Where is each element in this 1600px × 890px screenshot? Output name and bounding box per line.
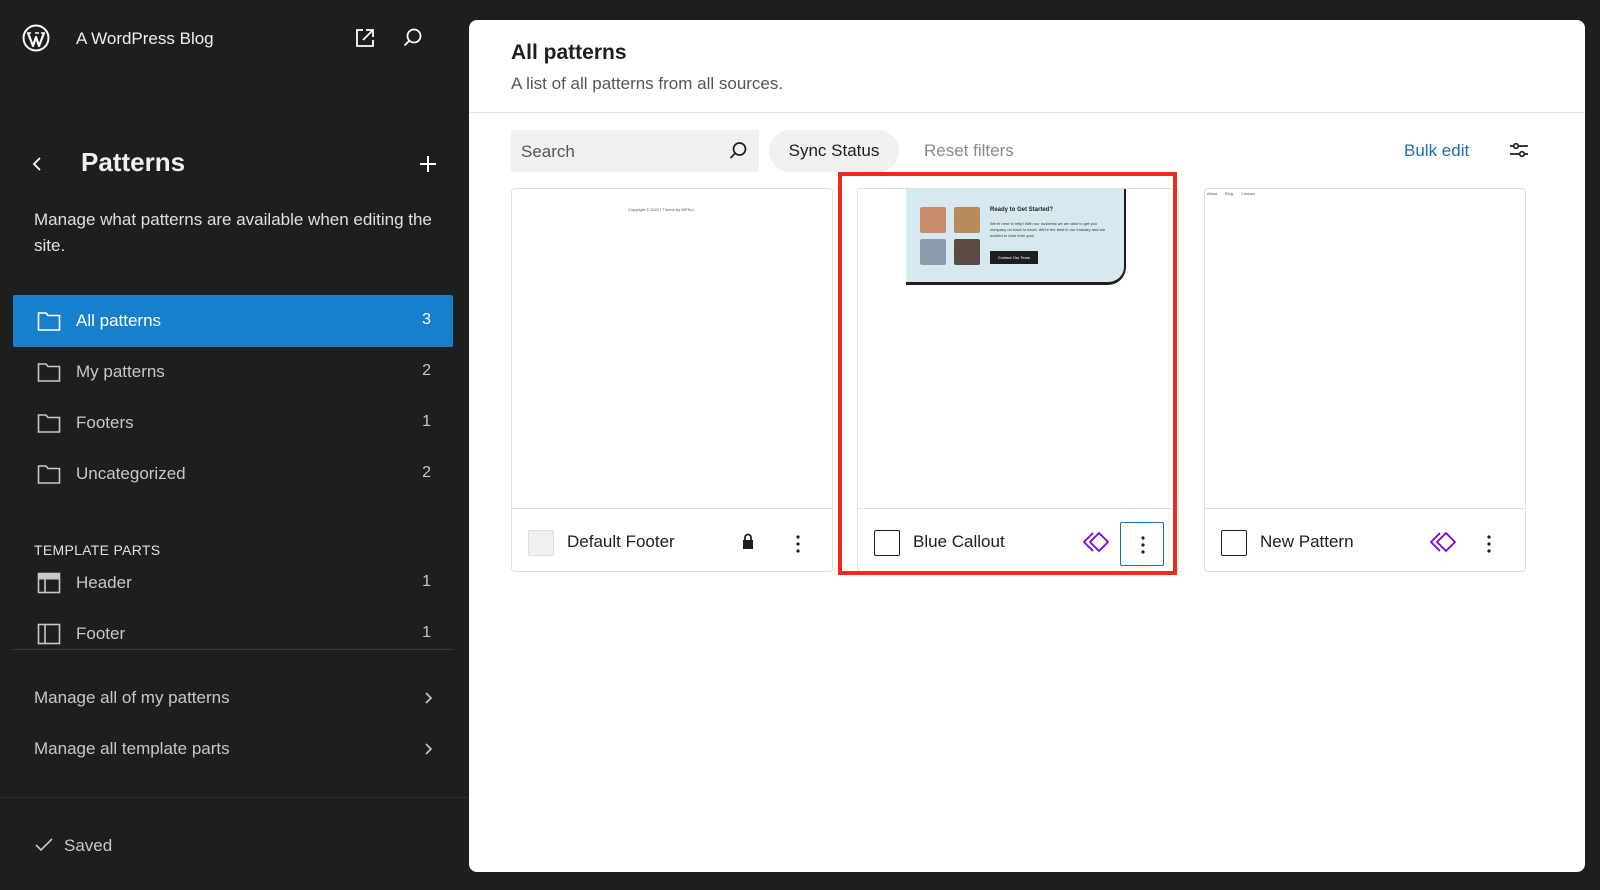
site-header: A WordPress Blog [0,0,468,76]
folder-icon [37,363,61,382]
add-pattern-icon[interactable] [416,152,440,176]
sidebar: A WordPress Blog Patterns Manage what pa… [0,0,468,890]
link-label: Manage all template parts [34,739,230,758]
folder-icon [37,465,61,484]
main-title: All patterns [511,41,627,64]
manage-my-patterns-link[interactable]: Manage all of my patterns [0,678,468,718]
pattern-card-new-pattern[interactable]: About Blog Contact New Pattern [1204,188,1526,572]
chevron-right-icon [425,743,433,755]
external-link-icon[interactable] [353,26,377,50]
site-title[interactable]: A WordPress Blog [76,29,214,49]
footer-layout-icon [37,623,61,645]
select-checkbox [528,530,554,556]
manage-template-parts-link[interactable]: Manage all template parts [0,729,468,769]
folder-icon [37,312,61,331]
sidebar-item-uncategorized[interactable]: Uncategorized 2 [13,448,453,500]
sidebar-item-count: 3 [422,311,431,328]
sidebar-item-label: My patterns [76,362,165,381]
sidebar-item-footers[interactable]: Footers 1 [13,397,453,449]
pattern-preview[interactable]: About Blog Contact [1205,189,1525,509]
template-parts-heading: TEMPLATE PARTS [34,542,161,558]
page-title: Patterns [81,147,186,177]
lock-icon [743,533,753,549]
search-placeholder: Search [521,142,575,161]
pattern-preview[interactable]: Copyright © 2024 | Theme by WPKoi [512,189,832,509]
bulk-edit-button[interactable]: Bulk edit [1404,141,1469,161]
reset-filters-button[interactable]: Reset filters [924,141,1014,161]
sidebar-item-count: 2 [422,464,431,481]
folder-icon [37,414,61,433]
preview-nav-item: Contact [1241,191,1255,196]
pattern-name[interactable]: Default Footer [567,532,675,552]
header-layout-icon [37,572,61,594]
more-actions-button[interactable] [1467,522,1511,566]
search-icon [729,142,747,159]
sidebar-item-label: Footer [76,624,126,643]
link-label: Manage all of my patterns [34,688,230,707]
sidebar-item-label: Footers [76,413,134,432]
header-divider [469,112,1585,113]
more-vertical-icon [796,535,800,553]
sidebar-footer-divider [0,797,468,798]
card-footer: Default Footer [512,510,832,572]
sidebar-item-my-patterns[interactable]: My patterns 2 [13,346,453,398]
sidebar-item-label: Uncategorized [76,464,186,483]
card-footer: New Pattern [1205,510,1525,572]
chevron-right-icon [425,692,433,704]
search-input[interactable]: Search [511,130,759,172]
divider [13,649,453,650]
sidebar-description: Manage what patterns are available when … [34,210,432,255]
view-options-icon[interactable] [1507,138,1531,162]
more-actions-button[interactable] [776,522,820,566]
patterns-header: Patterns [0,140,468,190]
sidebar-item-header[interactable]: Header 1 [13,565,453,609]
template-parts-list: Header 1 Footer 1 [0,565,468,651]
sidebar-item-count: 1 [422,624,431,641]
sync-status-filter[interactable]: Sync Status [769,130,899,172]
sidebar-item-label: Header [76,573,132,592]
sidebar-item-label: All patterns [76,311,162,330]
sidebar-item-count: 1 [422,413,431,430]
save-status: Saved [34,836,112,856]
annotation-highlight [838,172,1177,575]
pattern-name[interactable]: New Pattern [1260,532,1354,552]
preview-nav-item: About [1207,191,1218,196]
synced-pattern-icon [1430,532,1456,552]
wordpress-logo-icon[interactable] [22,24,50,52]
check-icon [35,838,53,852]
sidebar-item-count: 2 [422,362,431,379]
pattern-card-default-footer[interactable]: Copyright © 2024 | Theme by WPKoi Defaul… [511,188,833,572]
select-checkbox[interactable] [1221,530,1247,556]
main-subtitle: A list of all patterns from all sources. [511,74,784,93]
preview-nav-item: Blog [1225,191,1234,196]
preview-footer-text: Copyright © 2024 | Theme by WPKoi [628,207,694,212]
save-status-label: Saved [64,836,113,855]
sidebar-item-count: 1 [422,573,431,590]
search-icon[interactable] [401,26,425,50]
back-arrow-icon[interactable] [26,152,50,176]
sidebar-item-all-patterns[interactable]: All patterns 3 [13,295,453,347]
more-vertical-icon [1487,535,1491,553]
sidebar-item-footer[interactable]: Footer 1 [13,608,453,651]
